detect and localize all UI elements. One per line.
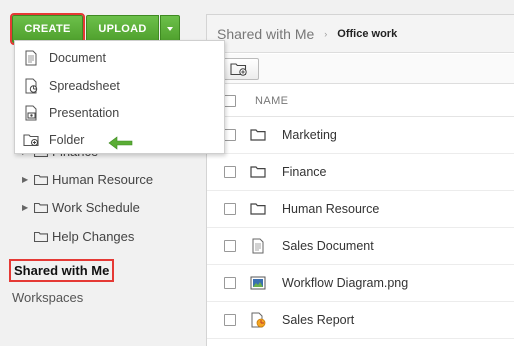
- upload-button[interactable]: UPLOAD: [86, 15, 159, 43]
- sidebar-item-label: Work Schedule: [52, 199, 140, 215]
- sidebar-item-human-resource[interactable]: ▶ Human Resource: [22, 169, 153, 189]
- file-name[interactable]: Marketing: [282, 128, 337, 142]
- column-header-name[interactable]: NAME: [255, 95, 288, 107]
- menu-item-document[interactable]: Document: [15, 44, 224, 72]
- menu-item-presentation[interactable]: Presentation: [15, 99, 224, 127]
- expand-arrow-icon[interactable]: ▶: [22, 175, 32, 184]
- sidebar-workspaces[interactable]: Workspaces: [12, 290, 83, 305]
- menu-item-label: Folder: [49, 133, 85, 147]
- table-row[interactable]: Marketing: [207, 117, 514, 154]
- presentation-icon: [25, 105, 37, 121]
- breadcrumb: Shared with Me › Office work: [207, 15, 514, 53]
- file-toolbar: [207, 54, 514, 84]
- table-row[interactable]: Workflow Diagram.png: [207, 265, 514, 302]
- sidebar-item-help-changes[interactable]: Help Changes: [22, 226, 134, 246]
- breadcrumb-separator-icon: ›: [324, 28, 328, 39]
- folder-add-icon: [230, 63, 247, 76]
- folder-icon: [34, 174, 48, 185]
- arrow-left-icon: [108, 136, 133, 150]
- folder-icon: [250, 166, 266, 178]
- document-icon: [25, 50, 37, 66]
- menu-item-label: Document: [49, 51, 106, 65]
- table-row[interactable]: Sales Report: [207, 302, 514, 339]
- table-header: NAME: [207, 85, 514, 117]
- sidebar-item-label: Help Changes: [52, 228, 135, 244]
- folder-icon: [250, 129, 266, 141]
- caret-down-icon: [167, 27, 173, 31]
- file-name[interactable]: Human Resource: [282, 202, 379, 216]
- row-checkbox[interactable]: [224, 203, 236, 215]
- select-all-checkbox[interactable]: [224, 94, 236, 107]
- sidebar-item-work-schedule[interactable]: ▶ Work Schedule: [22, 197, 140, 217]
- row-checkbox[interactable]: [224, 314, 236, 326]
- folder-add-icon: [23, 134, 39, 147]
- table-row[interactable]: Finance: [207, 154, 514, 191]
- table-row[interactable]: Human Resource: [207, 191, 514, 228]
- row-checkbox[interactable]: [224, 129, 236, 141]
- new-folder-button[interactable]: [219, 58, 259, 80]
- image-file-icon: [250, 276, 266, 290]
- file-name[interactable]: Sales Report: [282, 313, 354, 327]
- file-name[interactable]: Workflow Diagram.png: [282, 276, 408, 290]
- file-name[interactable]: Sales Document: [282, 239, 374, 253]
- breadcrumb-root[interactable]: Shared with Me: [217, 26, 314, 42]
- breadcrumb-current: Office work: [337, 27, 398, 40]
- row-checkbox[interactable]: [224, 240, 236, 252]
- menu-item-label: Presentation: [49, 106, 120, 120]
- spreadsheet-icon: [25, 78, 38, 94]
- expand-arrow-icon[interactable]: ▶: [22, 203, 32, 212]
- table-row[interactable]: Sales Document: [207, 228, 514, 265]
- menu-item-label: Spreadsheet: [49, 79, 120, 93]
- menu-item-spreadsheet[interactable]: Spreadsheet: [15, 72, 224, 100]
- report-icon: [251, 312, 266, 328]
- row-checkbox[interactable]: [224, 277, 236, 289]
- sidebar-shared-with-me[interactable]: Shared with Me: [9, 259, 115, 282]
- folder-icon: [250, 203, 266, 215]
- upload-options-button[interactable]: [160, 15, 180, 43]
- file-browser-panel: Shared with Me › Office work NAME Market…: [206, 14, 514, 346]
- create-button[interactable]: CREATE: [10, 13, 85, 45]
- file-name[interactable]: Finance: [282, 165, 326, 179]
- row-checkbox[interactable]: [224, 166, 236, 178]
- folder-icon: [34, 202, 48, 213]
- sidebar-item-label: Human Resource: [52, 171, 154, 187]
- document-icon: [252, 238, 264, 254]
- folder-icon: [34, 231, 48, 242]
